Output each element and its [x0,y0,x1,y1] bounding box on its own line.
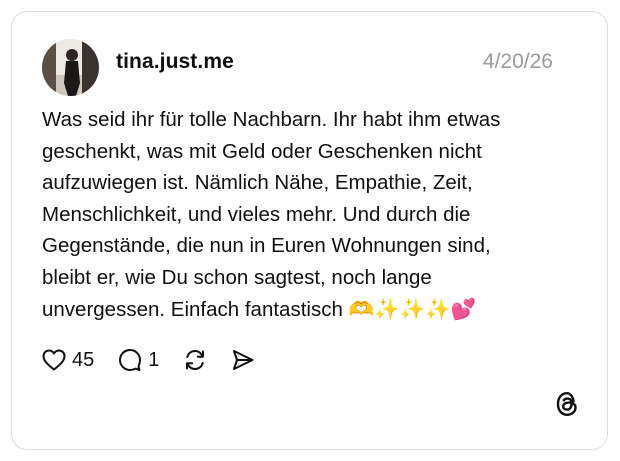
reply-button[interactable]: 1 [118,348,159,372]
post-text-line: Was seid ihr für tolle Nachbarn. Ihr hab… [42,108,501,131]
post-text-line: Gegenstände, die nun in Euren Wohnungen … [42,234,491,258]
post-text-line: bleibt er, wie Du schon sagtest, noch la… [42,265,432,289]
post-text-line: unvergessen. Einfach fantastisch 🫶✨✨✨💕 [42,297,477,321]
post-text: Was seid ihr für tolle Nachbarn. Ihr hab… [42,104,582,325]
repost-button[interactable] [183,348,207,372]
action-bar: 45 1 [42,346,279,374]
reply-count: 1 [148,348,160,371]
post-text-line: geschenkt, was mit Geld oder Geschenken … [42,139,482,163]
speech-bubble-icon [119,349,142,371]
post-text-line: aufzuwiegen ist. Nämlich Nähe, Empathie,… [42,171,473,195]
send-icon [233,350,254,370]
avatar[interactable] [42,39,99,96]
repost-arrows-icon [186,349,205,371]
post-card: tina.just.me 4/20/26 Was seid ihr für to… [11,11,608,450]
share-button[interactable] [231,348,255,372]
post-date: 4/20/26 [482,50,553,73]
heart-icon [42,349,66,371]
like-count: 45 [72,348,95,371]
username[interactable]: tina.just.me [116,50,234,74]
threads-logo-icon [554,390,580,423]
like-button[interactable]: 45 [42,349,94,372]
post-text-line: Menschlichkeit, und vieles mehr. Und dur… [42,202,471,226]
